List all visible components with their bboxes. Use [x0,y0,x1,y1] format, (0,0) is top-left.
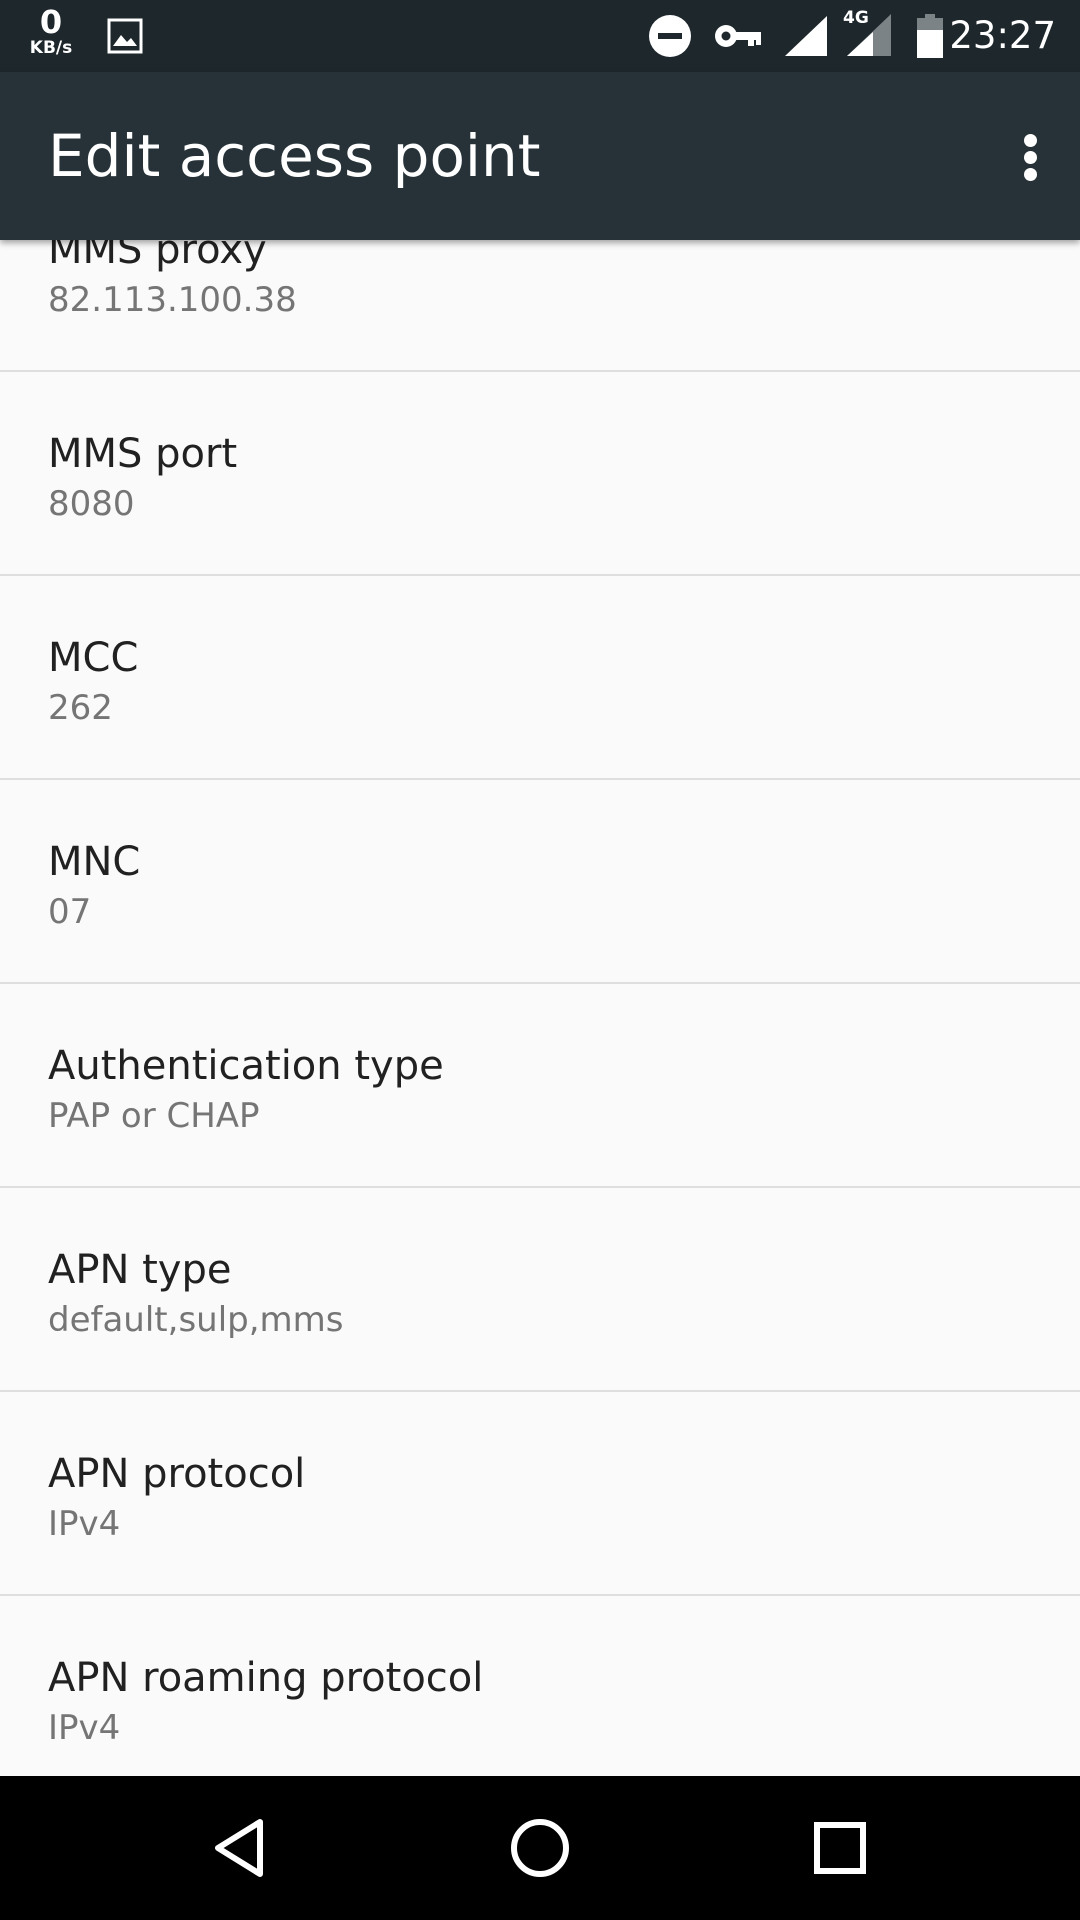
recents-button[interactable] [800,1808,880,1888]
pref-mcc[interactable]: MCC 262 [0,576,1080,780]
pref-value: default,sulp,mms [48,1300,344,1340]
network-speed-unit: KB/s [29,38,73,58]
pref-title: APN roaming protocol [48,1655,484,1701]
signal-icon [785,16,827,56]
preference-list[interactable]: MMS proxy 82.113.100.38 MMS port 8080 MC… [0,240,1080,1776]
pref-value: 8080 [48,484,135,524]
pref-title: APN protocol [48,1451,306,1497]
image-icon [107,18,143,54]
pref-value: 262 [48,688,113,728]
home-icon [511,1819,569,1877]
pref-mnc[interactable]: MNC 07 [0,780,1080,984]
network-speed-indicator: 0 KB/s [22,6,80,57]
pref-title: MCC [48,635,139,681]
pref-value: 07 [48,892,92,932]
status-bar: 0 KB/s 4G 23:27 [0,0,1080,72]
page-title: Edit access point [48,122,541,190]
more-options-button[interactable] [998,112,1062,196]
pref-value: 82.113.100.38 [48,280,297,320]
back-icon [215,1819,263,1877]
pref-title: MNC [48,839,141,885]
do-not-disturb-icon [649,15,691,57]
pref-apn-protocol[interactable]: APN protocol IPv4 [0,1392,1080,1596]
pref-authentication-type[interactable]: Authentication type PAP or CHAP [0,984,1080,1188]
more-vert-icon-dot [1024,151,1037,164]
app-bar: Edit access point [0,72,1080,240]
pref-apn-roaming-protocol[interactable]: APN roaming protocol IPv4 [0,1596,1080,1776]
pref-mms-proxy[interactable]: MMS proxy 82.113.100.38 [0,240,1080,372]
more-vert-icon [1024,134,1037,147]
recents-icon [814,1822,866,1874]
back-button[interactable] [200,1808,280,1888]
pref-mms-port[interactable]: MMS port 8080 [0,372,1080,576]
more-vert-icon-dot [1024,168,1037,181]
pref-apn-type[interactable]: APN type default,sulp,mms [0,1188,1080,1392]
clock: 23:27 [949,14,1056,57]
pref-title: Authentication type [48,1043,444,1089]
network-type-label: 4G [843,8,869,28]
vpn-key-icon [715,25,761,47]
battery-icon [917,14,943,58]
pref-title: MMS port [48,431,238,477]
pref-value: IPv4 [48,1504,121,1544]
pref-value: PAP or CHAP [48,1096,260,1136]
home-button[interactable] [500,1808,580,1888]
navigation-bar [0,1776,1080,1920]
signal-4g-icon: 4G [843,10,893,58]
pref-value: IPv4 [48,1708,121,1748]
network-speed-value: 0 [39,3,63,41]
pref-title: APN type [48,1247,232,1293]
pref-title: MMS proxy [48,240,267,273]
